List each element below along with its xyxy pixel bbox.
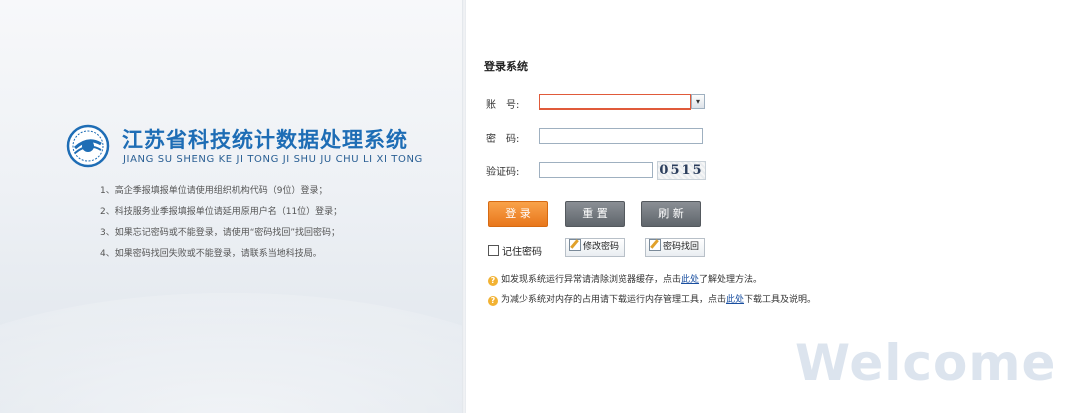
left-panel: 江苏省科技统计数据处理系统 JIANG SU SHENG KE JI TONG … [0,0,462,413]
edit-icon [569,239,581,251]
question-icon: ? [488,296,498,306]
password-input[interactable] [539,128,703,144]
find-password-button[interactable]: 密码找回 [645,238,705,257]
login-button[interactable]: 登 录 [488,201,548,227]
note-item: 3、如果忘记密码或不能登录，请使用“密码找回”找回密码； [100,228,341,238]
tip-memory-tool: ? 为减少系统对内存的占用请下载运行内存管理工具，点击此处下载工具及说明。 [488,292,816,306]
change-password-label: 修改密码 [583,242,620,252]
captcha-label: 验证码: [486,167,520,178]
remember-checkbox[interactable] [488,245,499,256]
clear-cache-link[interactable]: 此处 [681,275,699,285]
edit-icon [649,239,661,251]
tip-text: 为减少系统对内存的占用请下载运行内存管理工具，点击 [501,295,727,305]
login-notes: 1、高企季报填报单位请使用组织机构代码（9位）登录； 2、科技服务业季报填报单位… [100,184,450,268]
refresh-button[interactable]: 刷 新 [641,201,701,227]
tip-text: 了解处理方法。 [699,275,763,285]
reset-button[interactable]: 重 置 [565,201,625,227]
account-input[interactable] [539,94,691,110]
find-password-label: 密码找回 [663,242,700,252]
note-item: 2、科技服务业季报填报单位请延用原用户名（11位）登录； [100,207,343,217]
emblem-icon [66,124,110,168]
account-dropdown-button[interactable]: ▾ [691,94,705,109]
account-label: 账 号: [486,100,520,111]
panel-divider [462,0,466,413]
system-title: 江苏省科技统计数据处理系统 [122,128,408,152]
captcha-input[interactable] [539,162,653,178]
question-icon: ? [488,276,498,286]
welcome-watermark: Welcome [795,334,1057,392]
password-label: 密 码: [486,134,520,145]
download-tool-link[interactable]: 此处 [726,295,744,305]
remember-label: 记住密码 [502,247,542,258]
system-pinyin: JIANG SU SHENG KE JI TONG JI SHU JU CHU … [123,154,423,165]
system-logo: 江苏省科技统计数据处理系统 JIANG SU SHENG KE JI TONG … [66,120,462,170]
tip-text: 如发现系统运行异常请清除浏览器缓存，点击 [501,275,682,285]
change-password-button[interactable]: 修改密码 [565,238,625,257]
tip-clear-cache: ? 如发现系统运行异常请清除浏览器缓存，点击此处了解处理方法。 [488,272,762,286]
chevron-down-icon: ▾ [695,97,700,106]
remember-password[interactable]: 记住密码 [488,243,542,258]
tip-text: 下载工具及说明。 [744,295,817,305]
note-item: 4、如果密码找回失败或不能登录，请联系当地科技局。 [100,249,322,259]
login-title: 登录系统 [484,60,528,73]
captcha-image[interactable]: 0515 [657,161,706,180]
note-item: 1、高企季报填报单位请使用组织机构代码（9位）登录； [100,186,328,196]
